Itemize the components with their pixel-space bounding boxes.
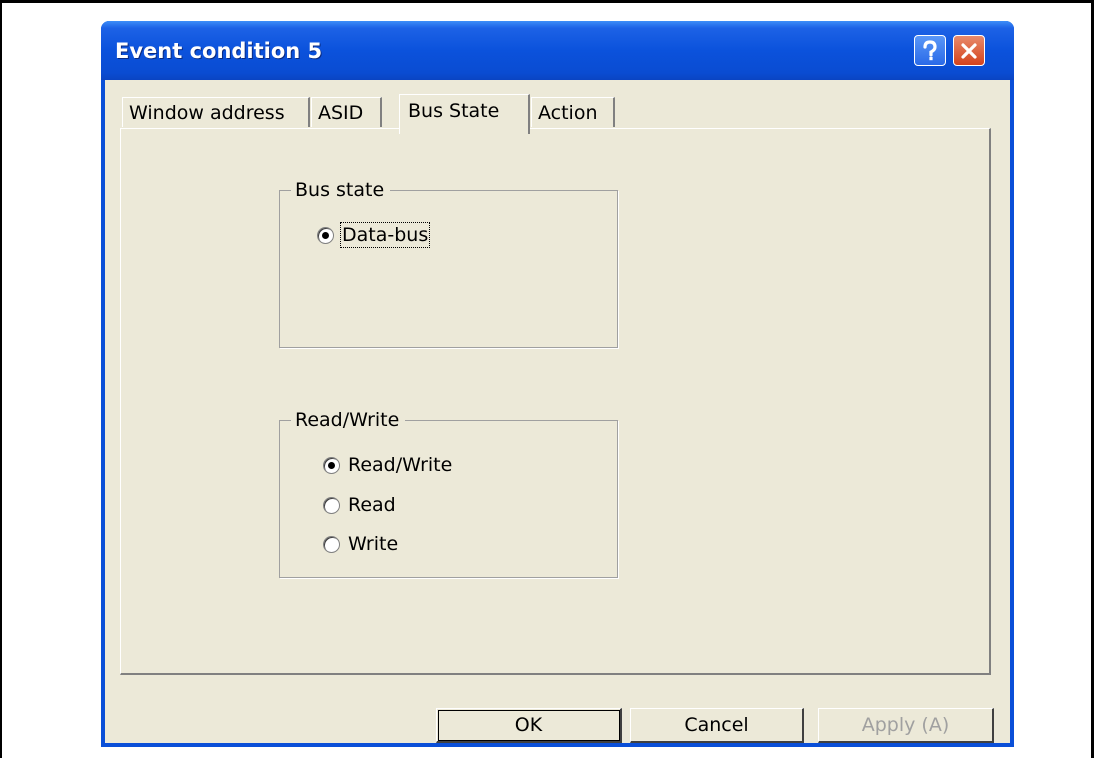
screenshot-border-top — [0, 0, 1094, 3]
cancel-button[interactable]: Cancel — [630, 708, 804, 743]
radio-label: Write — [348, 533, 399, 555]
radio-button[interactable] — [323, 456, 340, 474]
event-condition-dialog: Event condition 5 Window address ASID Bu… — [101, 21, 1014, 747]
radio-dot — [322, 231, 329, 239]
group-legend: Bus state — [291, 179, 391, 201]
close-button[interactable] — [953, 35, 985, 66]
tab-label: ASID — [318, 101, 364, 124]
bus-state-group: Bus state Data-bus — [279, 179, 618, 348]
tab-window-address[interactable]: Window address — [122, 97, 310, 127]
radio-label: Data-bus — [339, 222, 431, 248]
apply-button: Apply (A) — [818, 708, 994, 743]
tab-action[interactable]: Action — [531, 97, 615, 127]
close-icon — [961, 42, 977, 59]
radio-label: Read/Write — [348, 454, 453, 476]
window-title: Event condition 5 — [115, 39, 323, 63]
apply-label: Apply (A) — [861, 714, 950, 736]
tab-panel-bus-state: Bus state Data-bus Read/Write Read/Write… — [120, 128, 991, 675]
radio-write[interactable]: Write — [323, 533, 398, 555]
tab-asid[interactable]: ASID — [311, 97, 382, 127]
question-mark-icon — [923, 39, 937, 60]
tab-label: Action — [538, 101, 598, 124]
tab-label: Bus State — [408, 99, 500, 122]
radio-button[interactable] — [323, 496, 340, 514]
group-legend: Read/Write — [291, 409, 406, 431]
ok-button[interactable]: OK — [436, 708, 622, 743]
read-write-group: Read/Write Read/Write Read Write — [279, 409, 618, 578]
screenshot-border-left — [0, 0, 2, 758]
radio-read-write[interactable]: Read/Write — [323, 454, 452, 476]
dialog-body: Window address ASID Bus State Action Bus… — [105, 80, 1010, 743]
cancel-label: Cancel — [684, 714, 749, 736]
radio-button[interactable] — [323, 535, 340, 553]
tab-bus-state[interactable]: Bus State — [399, 94, 530, 134]
help-button[interactable] — [914, 35, 946, 66]
radio-dot — [328, 461, 335, 469]
radio-read[interactable]: Read — [323, 494, 396, 516]
ok-label: OK — [514, 714, 543, 736]
radio-data-bus[interactable]: Data-bus — [317, 222, 431, 248]
radio-button[interactable] — [317, 226, 334, 244]
title-bar[interactable]: Event condition 5 — [101, 21, 1014, 80]
tab-label: Window address — [129, 101, 285, 124]
radio-label: Read — [348, 494, 396, 516]
